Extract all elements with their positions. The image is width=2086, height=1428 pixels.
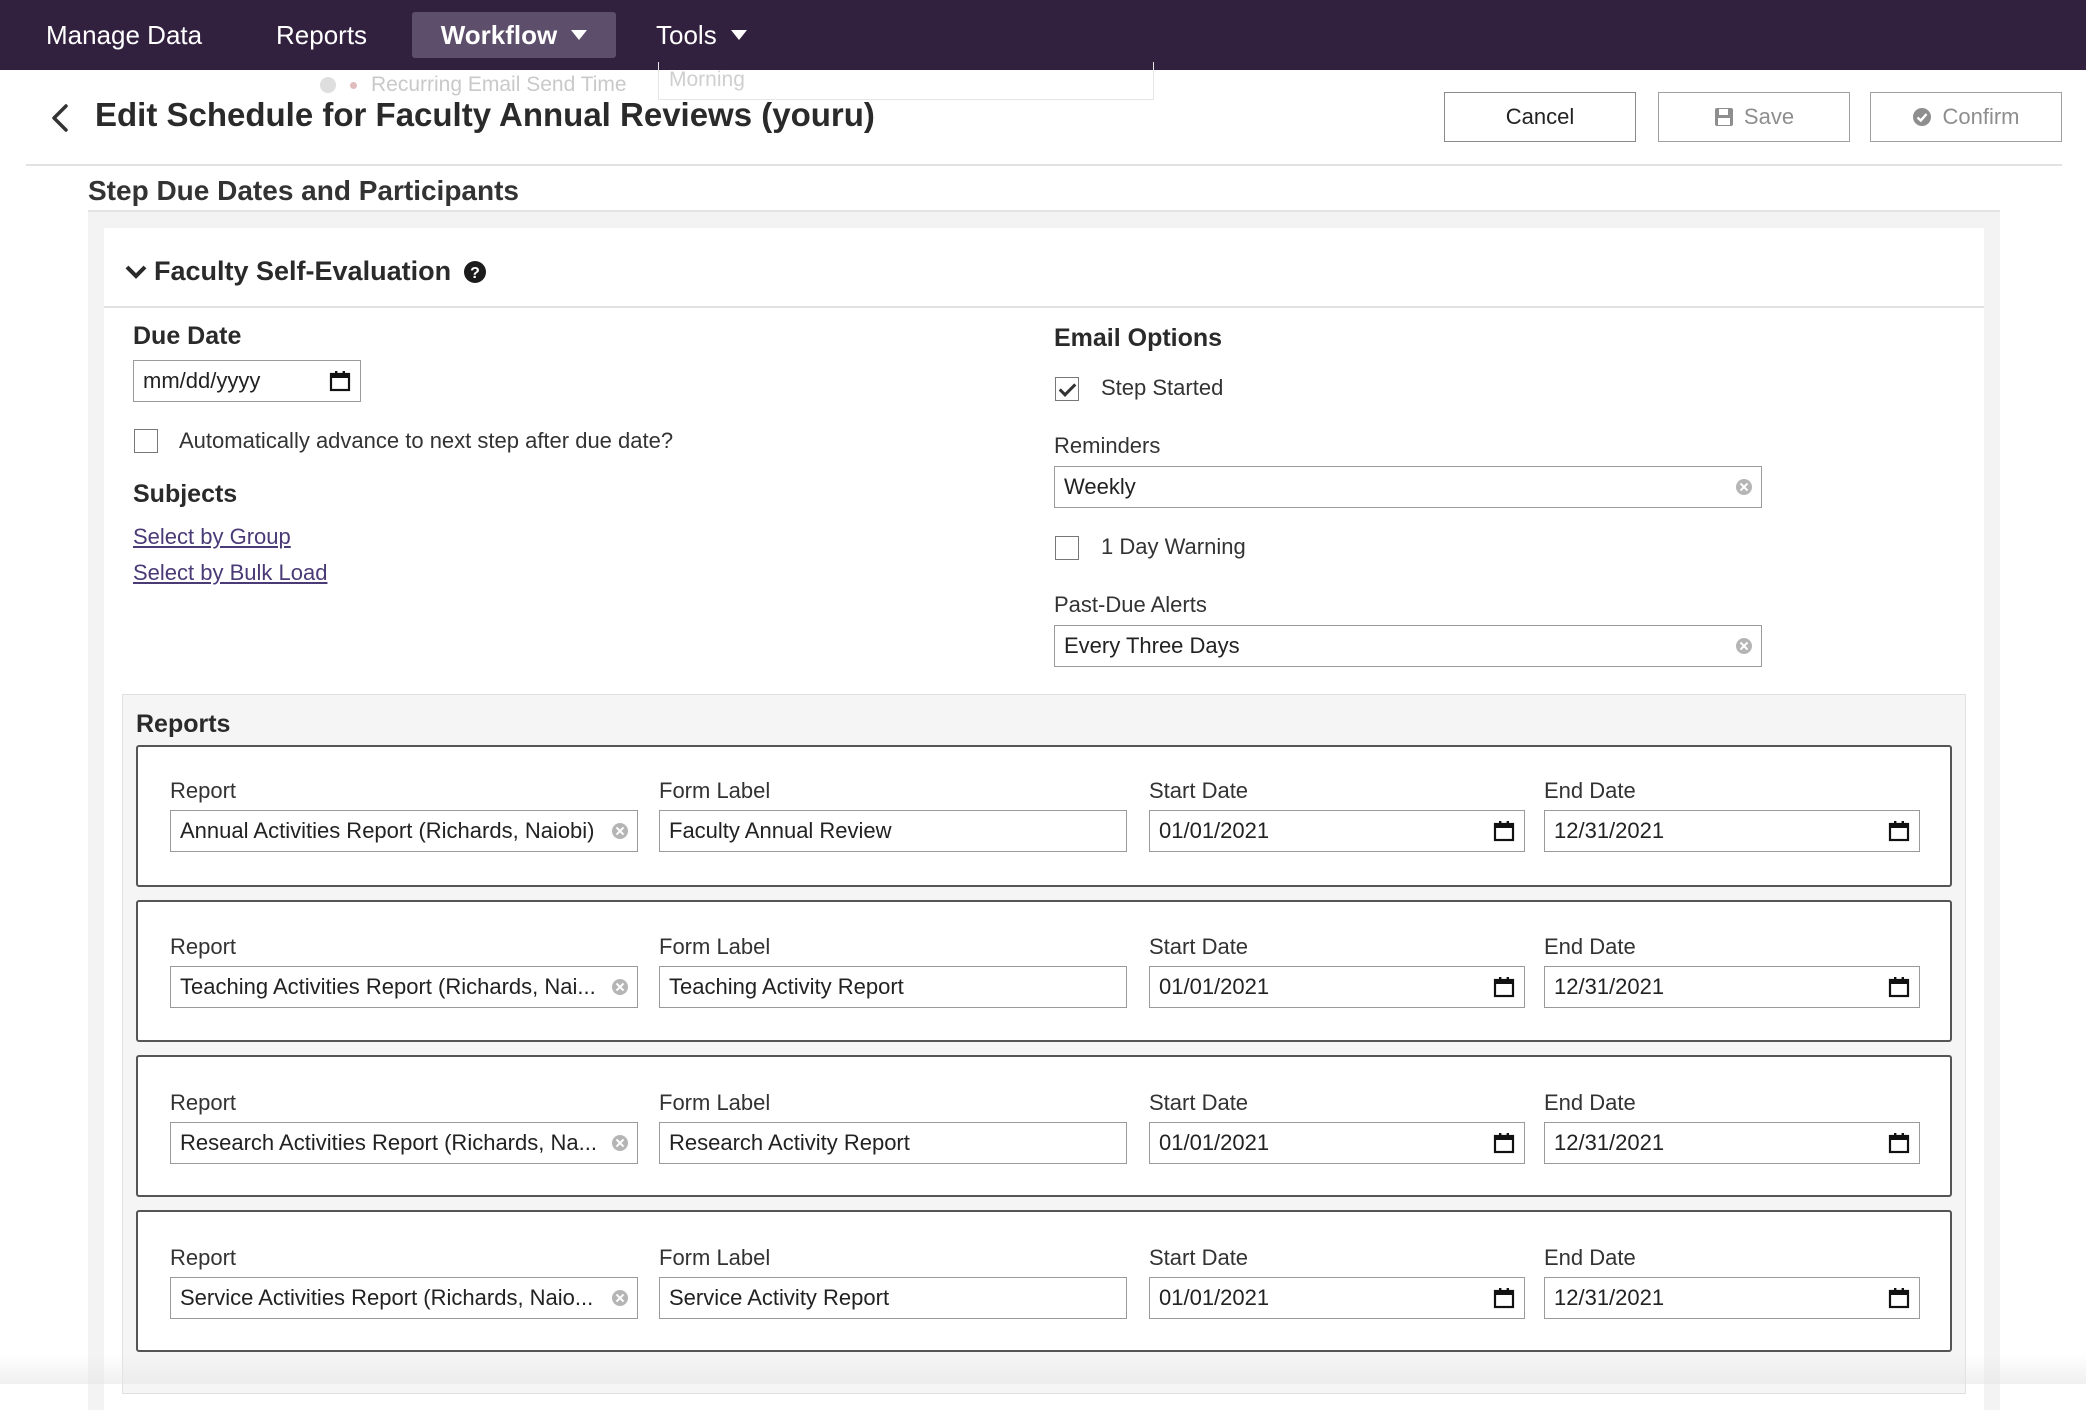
one-day-warning-label: 1 Day Warning (1101, 534, 1246, 559)
calendar-icon[interactable] (1888, 820, 1910, 842)
caret-down-icon (571, 30, 588, 40)
page-title: Edit Schedule for Faculty Annual Reviews… (95, 96, 875, 133)
auto-advance-checkbox[interactable] (134, 429, 158, 453)
step-header[interactable]: Faculty Self-Evaluation ? (124, 256, 487, 287)
end-date-input[interactable]: 12/31/2021 (1544, 1277, 1920, 1319)
ghost-recurring-value: Morning (658, 62, 1154, 100)
nav-item-label: Manage Data (46, 19, 203, 50)
end-date-column-label: End Date (1544, 934, 1636, 959)
start-date-column-label: Start Date (1149, 778, 1249, 803)
end-date-column-label: End Date (1544, 1245, 1636, 1270)
select-by-bulk-load-link[interactable]: Select by Bulk Load (133, 560, 327, 586)
floppy-disk-icon (1714, 108, 1733, 126)
reports-title: Reports (136, 710, 231, 738)
reminders-select[interactable]: Weekly (1054, 466, 1762, 508)
check-circle-icon (1913, 108, 1932, 126)
report-column-label: Report (170, 934, 237, 959)
calendar-icon[interactable] (1493, 976, 1515, 998)
nav-item-label: Workflow (440, 19, 558, 50)
reminders-label: Reminders (1054, 433, 1161, 458)
nav-item-manage-data[interactable]: Manage Data (24, 12, 224, 58)
report-select[interactable]: Teaching Activities Report (Richards, Na… (170, 966, 638, 1008)
clear-icon[interactable] (612, 979, 628, 995)
end-date-column-label: End Date (1544, 1090, 1636, 1115)
form-label-column-label: Form Label (659, 934, 771, 959)
clear-icon[interactable] (1736, 479, 1752, 495)
start-date-column-label: Start Date (1149, 1090, 1249, 1115)
report-select[interactable]: Research Activities Report (Richards, Na… (170, 1122, 638, 1164)
end-date-input[interactable]: 12/31/2021 (1544, 966, 1920, 1008)
due-date-input[interactable]: mm/dd/yyyy (133, 360, 361, 402)
form-label-input[interactable]: Teaching Activity Report (659, 966, 1127, 1008)
nav-item-label: Tools (656, 19, 717, 50)
end-date-input[interactable]: 12/31/2021 (1544, 810, 1920, 852)
step-started-label: Step Started (1101, 375, 1224, 400)
one-day-warning-checkbox[interactable] (1055, 536, 1079, 560)
calendar-icon[interactable] (1888, 1132, 1910, 1154)
email-options-label: Email Options (1054, 324, 1223, 352)
clear-icon[interactable] (1736, 638, 1752, 654)
end-date-column-label: End Date (1544, 778, 1636, 803)
form-label-column-label: Form Label (659, 1090, 771, 1115)
clear-icon[interactable] (612, 1135, 628, 1151)
start-date-input[interactable]: 01/01/2021 (1149, 1277, 1525, 1319)
past-due-alerts-select[interactable]: Every Three Days (1054, 625, 1762, 667)
step-name: Faculty Self-Evaluation (154, 256, 452, 286)
nav-item-reports[interactable]: Reports (254, 12, 389, 58)
end-date-input[interactable]: 12/31/2021 (1544, 1122, 1920, 1164)
calendar-icon[interactable] (329, 370, 351, 392)
report-select[interactable]: Service Activities Report (Richards, Nai… (170, 1277, 638, 1319)
chevron-down-icon[interactable] (124, 262, 148, 282)
back-arrow-icon[interactable] (46, 100, 76, 136)
step-divider (104, 306, 1984, 308)
required-dot-icon (350, 81, 357, 89)
svg-text:?: ? (470, 265, 480, 282)
calendar-icon[interactable] (1888, 976, 1910, 998)
help-icon (320, 77, 336, 93)
start-date-input[interactable]: 01/01/2021 (1149, 966, 1525, 1008)
calendar-icon[interactable] (1493, 1287, 1515, 1309)
clear-icon[interactable] (612, 1290, 628, 1306)
report-column-label: Report (170, 1245, 237, 1270)
report-column-label: Report (170, 1090, 237, 1115)
start-date-column-label: Start Date (1149, 1245, 1249, 1270)
cancel-button[interactable]: Cancel (1444, 92, 1636, 142)
top-navigation: Manage Data Reports Workflow Tools (0, 0, 2086, 70)
due-date-label: Due Date (133, 322, 242, 350)
calendar-icon[interactable] (1888, 1287, 1910, 1309)
start-date-input[interactable]: 01/01/2021 (1149, 1122, 1525, 1164)
form-label-input[interactable]: Research Activity Report (659, 1122, 1127, 1164)
auto-advance-label: Automatically advance to next step after… (179, 428, 674, 453)
nav-item-label: Reports (276, 19, 368, 50)
form-label-input[interactable]: Service Activity Report (659, 1277, 1127, 1319)
nav-item-tools[interactable]: Tools (634, 12, 769, 58)
header-divider (26, 164, 2062, 166)
select-by-group-link[interactable]: Select by Group (133, 524, 291, 550)
subjects-label: Subjects (133, 480, 238, 508)
clear-icon[interactable] (612, 823, 628, 839)
report-select[interactable]: Annual Activities Report (Richards, Naio… (170, 810, 638, 852)
caret-down-icon (730, 30, 747, 40)
form-label-input[interactable]: Faculty Annual Review (659, 810, 1127, 852)
form-label-column-label: Form Label (659, 778, 771, 803)
bottom-shadow (0, 1354, 2086, 1384)
start-date-input[interactable]: 01/01/2021 (1149, 810, 1525, 852)
section-title: Step Due Dates and Participants (88, 175, 520, 206)
nav-item-workflow[interactable]: Workflow (412, 12, 616, 58)
save-button[interactable]: Save (1658, 92, 1850, 142)
form-label-column-label: Form Label (659, 1245, 771, 1270)
calendar-icon[interactable] (1493, 1132, 1515, 1154)
calendar-icon[interactable] (1493, 820, 1515, 842)
help-icon[interactable]: ? (463, 260, 487, 284)
confirm-button[interactable]: Confirm (1870, 92, 2062, 142)
step-started-checkbox[interactable] (1055, 377, 1079, 401)
start-date-column-label: Start Date (1149, 934, 1249, 959)
report-column-label: Report (170, 778, 237, 803)
past-due-alerts-label: Past-Due Alerts (1054, 592, 1207, 617)
